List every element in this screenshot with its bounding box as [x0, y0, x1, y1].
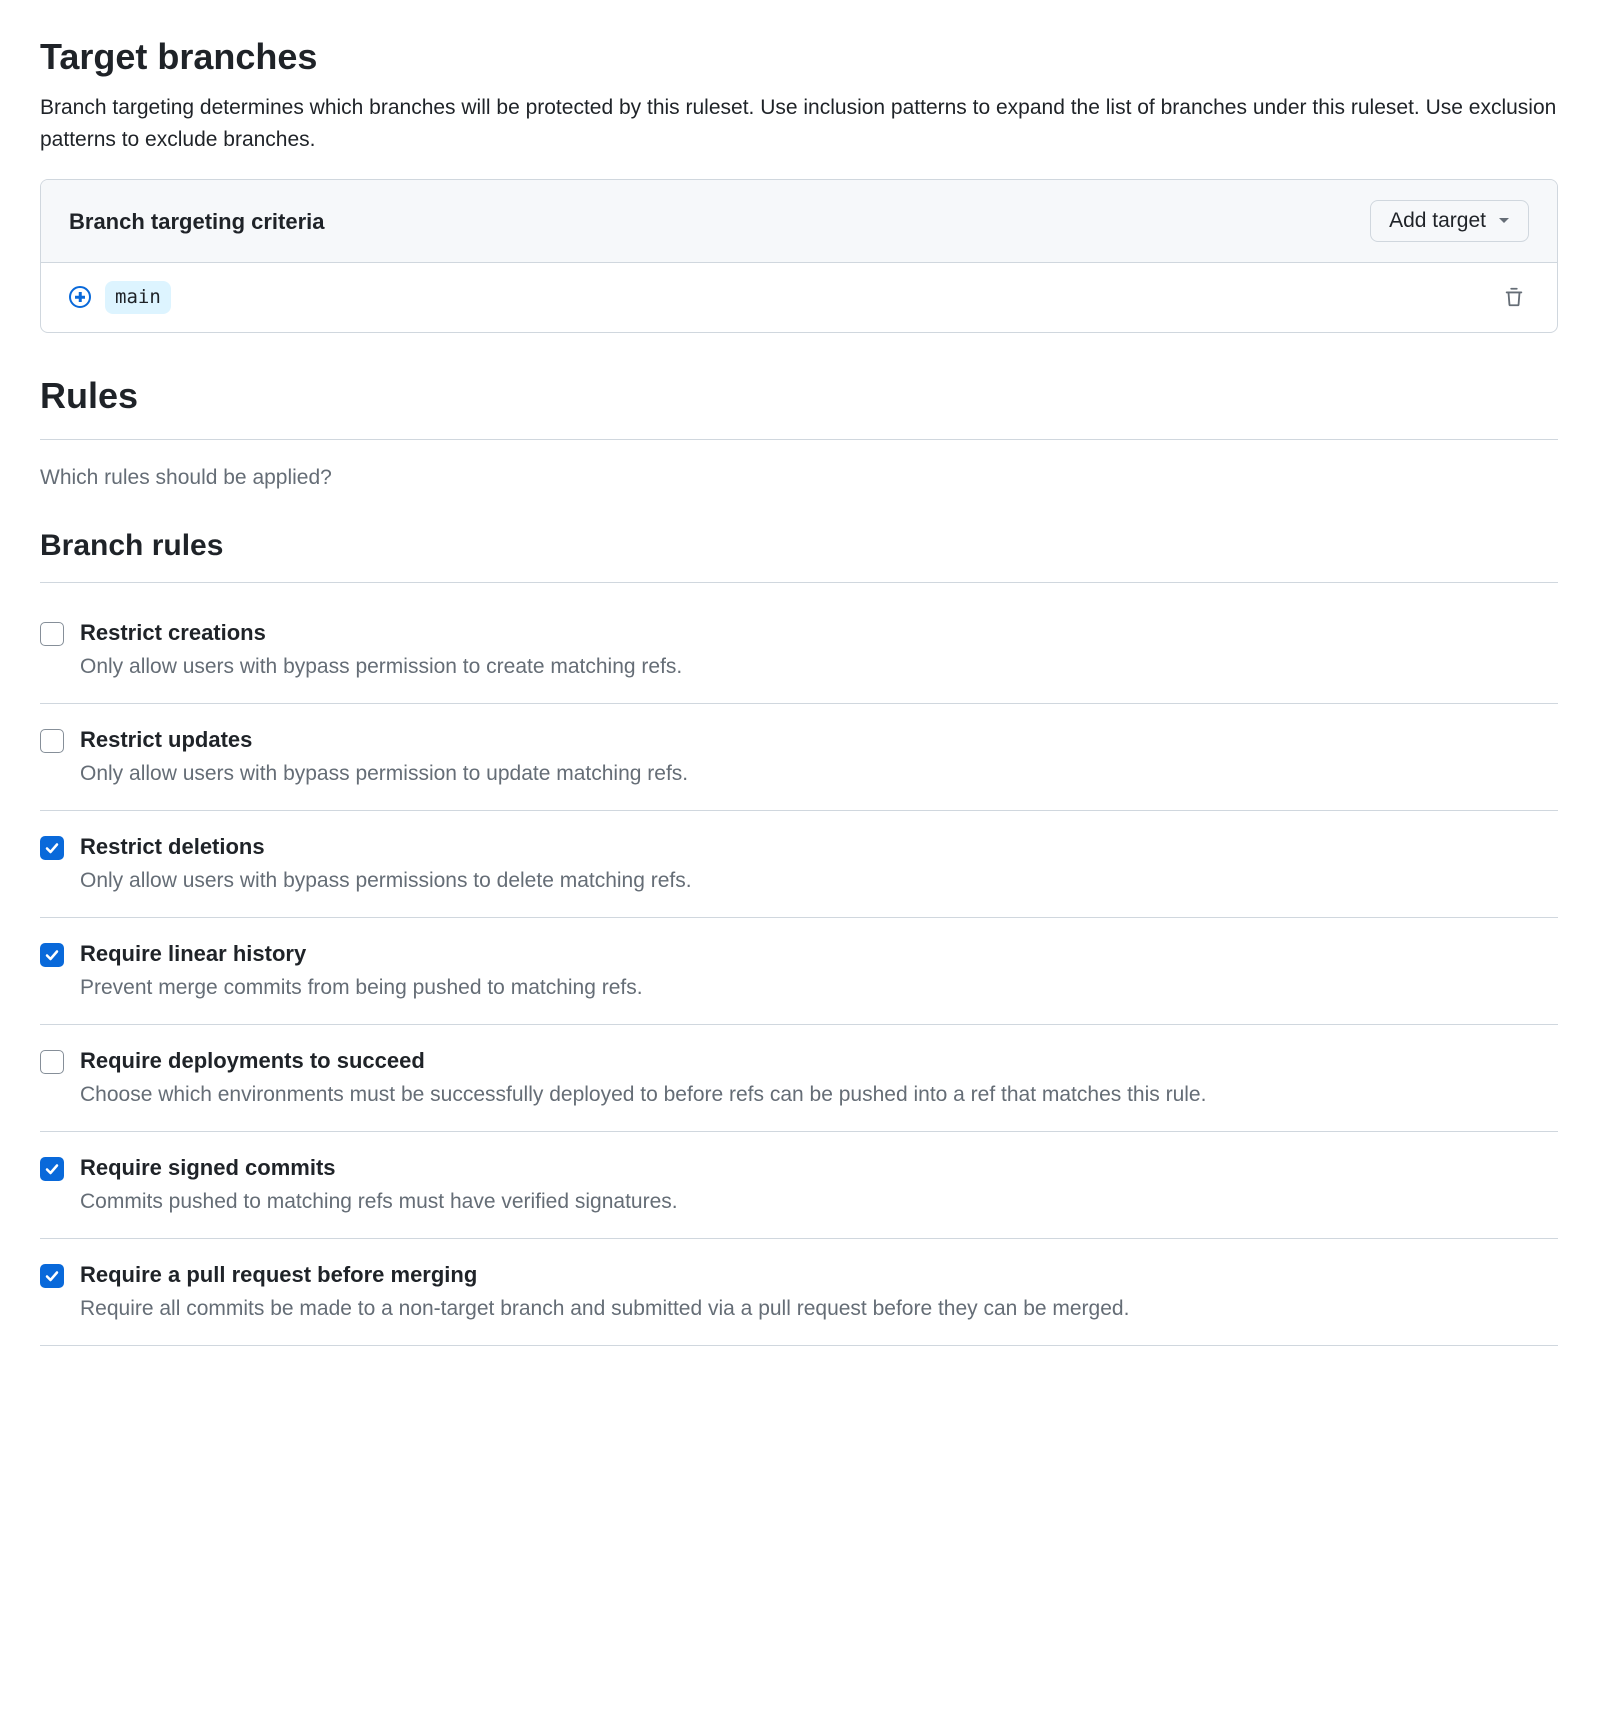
target-branches-description: Branch targeting determines which branch…	[40, 92, 1558, 155]
rule-description: Require all commits be made to a non-tar…	[80, 1294, 1558, 1323]
rules-prompt: Which rules should be applied?	[40, 462, 1558, 494]
branch-rules-list: Restrict creations Only allow users with …	[40, 601, 1558, 1346]
criteria-title: Branch targeting criteria	[69, 205, 325, 238]
branch-targeting-criteria-box: Branch targeting criteria Add target mai…	[40, 179, 1558, 333]
rule-text: Restrict updates Only allow users with by…	[80, 726, 1558, 788]
rule-description: Commits pushed to matching refs must hav…	[80, 1187, 1558, 1216]
rule-description: Prevent merge commits from being pushed …	[80, 973, 1558, 1002]
rules-heading-row: Rules	[40, 369, 1558, 440]
rule-checkbox[interactable]	[40, 943, 64, 967]
branch-target-row: main	[41, 263, 1557, 332]
criteria-header: Branch targeting criteria Add target	[41, 180, 1557, 263]
rule-text: Require a pull request before merging Req…	[80, 1261, 1558, 1323]
add-target-button[interactable]: Add target	[1370, 200, 1529, 242]
rule-title: Require a pull request before merging	[80, 1261, 1558, 1290]
trash-icon	[1503, 286, 1525, 308]
rule-text: Restrict creations Only allow users with …	[80, 619, 1558, 681]
rule-checkbox[interactable]	[40, 1264, 64, 1288]
rule-title: Restrict deletions	[80, 833, 1558, 862]
rule-item: Require signed commits Commits pushed to …	[40, 1132, 1558, 1239]
rule-text: Require linear history Prevent merge comm…	[80, 940, 1558, 1002]
add-target-label: Add target	[1389, 209, 1486, 233]
rule-description: Only allow users with bypass permission …	[80, 759, 1558, 788]
rule-description: Only allow users with bypass permission …	[80, 652, 1558, 681]
rule-checkbox[interactable]	[40, 622, 64, 646]
rule-text: Require deployments to succeed Choose whi…	[80, 1047, 1558, 1109]
caret-down-icon	[1498, 217, 1510, 225]
rule-checkbox[interactable]	[40, 1050, 64, 1074]
rule-item: Require linear history Prevent merge comm…	[40, 918, 1558, 1025]
rule-description: Choose which environments must be succes…	[80, 1080, 1558, 1109]
rules-heading: Rules	[40, 369, 1558, 423]
rule-item: Require a pull request before merging Req…	[40, 1239, 1558, 1346]
rule-item: Require deployments to succeed Choose whi…	[40, 1025, 1558, 1132]
rule-item: Restrict creations Only allow users with …	[40, 601, 1558, 704]
branch-rules-heading: Branch rules	[40, 523, 1558, 583]
branch-name-pill[interactable]: main	[105, 281, 171, 314]
delete-target-button[interactable]	[1499, 282, 1529, 312]
rule-item: Restrict deletions Only allow users with …	[40, 811, 1558, 918]
rule-text: Restrict deletions Only allow users with …	[80, 833, 1558, 895]
branch-target-left: main	[69, 281, 171, 314]
target-branches-heading: Target branches	[40, 30, 1558, 84]
rule-title: Require deployments to succeed	[80, 1047, 1558, 1076]
rule-title: Require signed commits	[80, 1154, 1558, 1183]
rule-checkbox[interactable]	[40, 836, 64, 860]
rule-title: Require linear history	[80, 940, 1558, 969]
plus-circle-icon	[69, 286, 91, 308]
rule-checkbox[interactable]	[40, 729, 64, 753]
rule-description: Only allow users with bypass permissions…	[80, 866, 1558, 895]
rule-title: Restrict creations	[80, 619, 1558, 648]
rule-title: Restrict updates	[80, 726, 1558, 755]
rule-item: Restrict updates Only allow users with by…	[40, 704, 1558, 811]
rule-text: Require signed commits Commits pushed to …	[80, 1154, 1558, 1216]
rule-checkbox[interactable]	[40, 1157, 64, 1181]
